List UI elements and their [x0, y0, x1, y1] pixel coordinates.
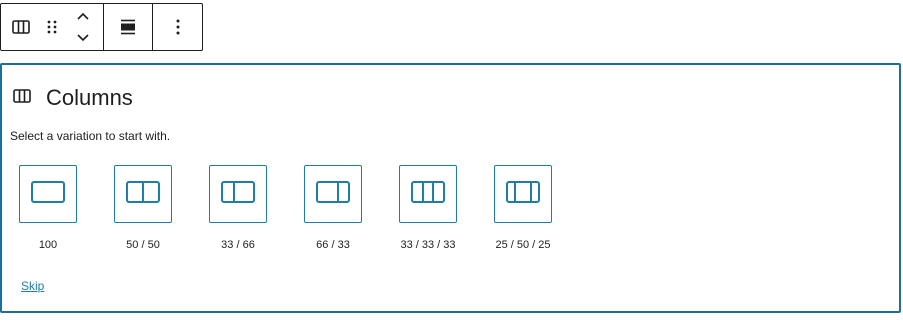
more-options-button[interactable]: [153, 4, 202, 50]
columns-icon: [12, 86, 32, 111]
block-instructions: Select a variation to start with.: [10, 129, 171, 143]
move-down-button[interactable]: [63, 27, 103, 49]
drag-handle-button[interactable]: [41, 4, 63, 50]
toolbar-group-block: [1, 4, 103, 50]
variation-33-33-33-button[interactable]: [399, 165, 457, 223]
variation-50-50-button[interactable]: [114, 165, 172, 223]
columns-icon: [11, 17, 31, 37]
variation-33-66[interactable]: 33 / 66: [190, 165, 286, 251]
variation-25-50-25[interactable]: 25 / 50 / 25: [475, 165, 571, 251]
toolbar-group-align: [103, 4, 152, 50]
variation-33-66-button[interactable]: [209, 165, 267, 223]
variation-25-50-25-button[interactable]: [494, 165, 552, 223]
chevron-down-icon: [76, 33, 90, 43]
three-columns-wide-center-icon: [505, 178, 541, 211]
more-vertical-icon: [175, 18, 181, 36]
variation-100-button[interactable]: [19, 165, 77, 223]
block-header: Columns: [12, 85, 133, 111]
block-type-button[interactable]: [1, 4, 41, 50]
align-button[interactable]: [104, 4, 152, 50]
chevron-up-icon: [76, 11, 90, 21]
variation-33-33-33[interactable]: 33 / 33 / 33: [380, 165, 476, 251]
block-title: Columns: [46, 85, 133, 110]
variation-label: 25 / 50 / 25: [495, 239, 551, 251]
variation-100[interactable]: 100: [0, 165, 96, 251]
two-columns-equal-icon: [125, 178, 161, 211]
background-paragraph: [205, 0, 903, 8]
variation-label: 33 / 33 / 33: [400, 239, 456, 251]
skip-link[interactable]: Skip: [21, 279, 44, 293]
two-columns-two-thirds-icon: [315, 178, 351, 211]
align-wide-icon: [118, 17, 138, 37]
two-columns-one-third-icon: [220, 178, 256, 211]
move-up-button[interactable]: [63, 5, 103, 27]
toolbar-group-more: [152, 4, 202, 50]
one-column-icon: [30, 178, 66, 211]
variation-66-33[interactable]: 66 / 33: [285, 165, 381, 251]
variation-66-33-button[interactable]: [304, 165, 362, 223]
variation-label: 66 / 33: [316, 239, 350, 251]
variation-label: 100: [38, 239, 58, 251]
variation-label: 33 / 66: [221, 239, 255, 251]
columns-block-placeholder[interactable]: Columns Select a variation to start with…: [0, 63, 901, 313]
move-buttons: [63, 4, 103, 50]
three-columns-equal-icon: [410, 178, 446, 211]
variation-label: 50 / 50: [126, 239, 160, 251]
block-toolbar: [0, 3, 203, 51]
variation-50-50[interactable]: 50 / 50: [95, 165, 191, 251]
drag-handle-icon: [46, 18, 58, 36]
